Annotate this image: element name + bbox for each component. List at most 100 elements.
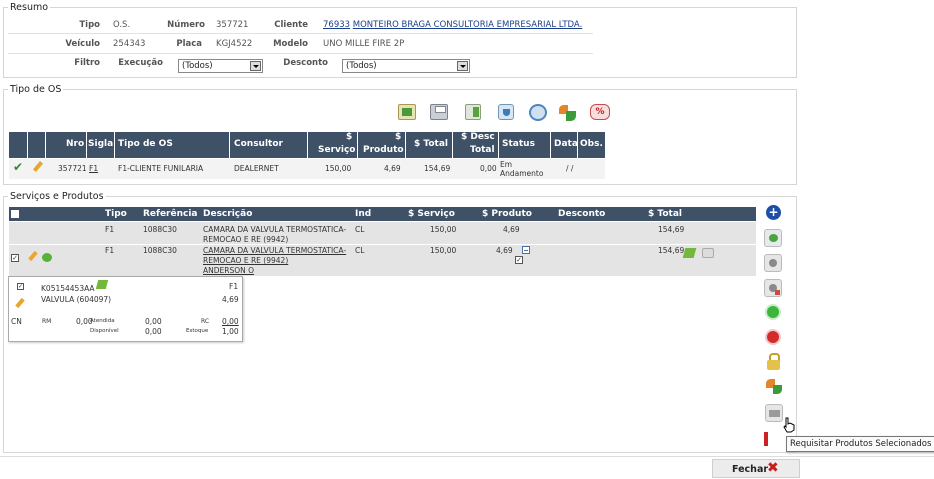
request-products-cart-icon[interactable] bbox=[765, 404, 783, 422]
col-obs[interactable]: Obs. bbox=[580, 139, 603, 149]
detail-estoque-label: Estoque bbox=[186, 328, 209, 334]
desconto-select[interactable]: (Todos) bbox=[342, 59, 470, 73]
header-divider bbox=[357, 132, 358, 158]
col-produto-top: $ bbox=[395, 132, 402, 142]
col-consultor[interactable]: Consultor bbox=[234, 139, 283, 149]
row2-tipo: F1 bbox=[105, 246, 115, 255]
servico-row[interactable] bbox=[9, 222, 756, 244]
close-button-label: Fechar bbox=[732, 464, 769, 475]
row2-desc2-link[interactable]: REMOCAO E RE (9942) bbox=[203, 256, 288, 265]
col-status[interactable]: Status bbox=[502, 139, 535, 149]
close-button[interactable]: Fechar ✖ bbox=[712, 459, 800, 478]
settings-gear-icon[interactable] bbox=[764, 254, 782, 272]
edit-pencil-icon[interactable] bbox=[14, 297, 26, 310]
row-nro: 357721 bbox=[58, 164, 87, 173]
row-checkbox[interactable]: ✓ bbox=[11, 254, 19, 262]
chevron-down-icon bbox=[250, 61, 261, 71]
col-total-sp[interactable]: $ Total bbox=[648, 209, 682, 219]
row1-desc1: CAMARA DA VALVULA TERMOSTATICA- bbox=[203, 225, 347, 234]
col-nro[interactable]: Nro bbox=[66, 139, 84, 149]
cup-icon[interactable] bbox=[498, 104, 514, 120]
row-sigla-link[interactable]: F1 bbox=[89, 164, 98, 173]
detail-disponivel-value: 0,00 bbox=[145, 327, 162, 336]
numero-value: 357721 bbox=[216, 20, 249, 30]
servico-row[interactable] bbox=[9, 244, 756, 276]
tooltip-pointer bbox=[764, 432, 768, 446]
col-produto[interactable]: Produto bbox=[363, 145, 404, 155]
document-icon[interactable] bbox=[465, 104, 481, 120]
row1-referencia: 1088C30 bbox=[143, 225, 177, 234]
col-sigla[interactable]: Sigla bbox=[88, 139, 113, 149]
servicos-legend: Serviços e Produtos bbox=[8, 191, 106, 202]
edit-pencil-icon[interactable] bbox=[27, 250, 39, 263]
request-products-tooltip: Requisitar Produtos Selecionados bbox=[786, 436, 934, 452]
go-arrow-icon[interactable] bbox=[42, 253, 52, 262]
modelo-value: UNO MILLE FIRE 2P bbox=[323, 39, 405, 49]
close-icon: ✖ bbox=[767, 460, 779, 476]
detail-rc-link[interactable]: 0,00 bbox=[222, 317, 239, 326]
check-icon[interactable]: ✔ bbox=[13, 161, 25, 173]
col-servico-sp[interactable]: $ Serviço bbox=[408, 209, 455, 219]
col-ind[interactable]: Ind bbox=[355, 209, 371, 219]
play-icon[interactable] bbox=[765, 304, 781, 320]
header-divider bbox=[114, 132, 115, 158]
cliente-code[interactable]: 76933 bbox=[323, 20, 350, 30]
recycle-icon[interactable] bbox=[558, 104, 577, 122]
product-checkbox[interactable]: ✓ bbox=[515, 256, 523, 264]
col-referencia[interactable]: Referência bbox=[143, 209, 198, 219]
col-tipo-os[interactable]: Tipo de OS bbox=[118, 139, 173, 149]
report-icon[interactable] bbox=[398, 104, 416, 120]
tipo-value: O.S. bbox=[113, 20, 131, 30]
discount-icon[interactable]: % bbox=[590, 104, 610, 120]
tipo-label: Tipo bbox=[79, 20, 100, 30]
detail-rc-label: RC bbox=[201, 318, 210, 325]
veiculo-label: Veículo bbox=[65, 39, 100, 49]
filtro-label: Filtro bbox=[74, 58, 100, 68]
approve-icon[interactable] bbox=[764, 229, 782, 247]
col-data[interactable]: Data bbox=[554, 139, 578, 149]
row1-desc2: REMOCAO E RE (9942) bbox=[203, 235, 289, 244]
add-icon[interactable]: + bbox=[766, 205, 781, 220]
detail-checkbox[interactable]: ✓ bbox=[17, 283, 24, 290]
detail-atendida-value: 0,00 bbox=[145, 317, 162, 326]
footer-divider bbox=[0, 456, 934, 457]
collapse-icon[interactable] bbox=[522, 246, 530, 254]
col-tipo[interactable]: Tipo bbox=[105, 209, 127, 219]
recycle-icon[interactable] bbox=[765, 378, 783, 396]
cliente-label: Cliente bbox=[274, 20, 308, 30]
placa-label: Placa bbox=[176, 39, 202, 49]
col-desc[interactable]: Total bbox=[470, 145, 495, 155]
col-desconto-sp[interactable]: Desconto bbox=[558, 209, 605, 219]
refresh-icon[interactable] bbox=[529, 104, 547, 121]
detail-estoque-value: 1,00 bbox=[222, 327, 239, 336]
resumo-row-divider bbox=[8, 33, 593, 34]
col-desc-top: $ Desc bbox=[461, 132, 495, 142]
stop-icon[interactable] bbox=[765, 329, 781, 345]
row-desc: 0,00 bbox=[480, 164, 497, 173]
resumo-row-divider-2 bbox=[8, 53, 593, 54]
edit-pencil-icon[interactable] bbox=[31, 161, 44, 174]
row-status-top: Em bbox=[500, 160, 513, 169]
cliente-link[interactable]: 76933 MONTEIRO BRAGA CONSULTORIA EMPRESA… bbox=[323, 20, 582, 30]
select-all-checkbox[interactable] bbox=[11, 210, 19, 218]
row2-desc1-link[interactable]: CAMARA DA VALVULA TERMOSTATICA- bbox=[203, 246, 346, 255]
col-produto-sp[interactable]: $ Produto bbox=[482, 209, 532, 219]
detail-code: K05154453AA bbox=[41, 284, 95, 293]
gear-x-icon[interactable] bbox=[764, 279, 782, 297]
execucao-label: Execução bbox=[118, 58, 163, 68]
print-icon[interactable] bbox=[430, 104, 448, 120]
chevron-down-icon bbox=[457, 61, 468, 71]
col-total[interactable]: $ Total bbox=[414, 139, 448, 149]
header-divider bbox=[498, 132, 499, 158]
col-descricao[interactable]: Descrição bbox=[203, 209, 252, 219]
row1-servico: 150,00 bbox=[430, 225, 457, 234]
execucao-select[interactable]: (Todos) bbox=[178, 59, 263, 73]
lock-icon[interactable] bbox=[766, 353, 781, 370]
cart-icon[interactable] bbox=[702, 248, 714, 258]
header-divider bbox=[45, 132, 46, 158]
row2-ind: CL bbox=[355, 246, 365, 255]
col-servico[interactable]: Serviço bbox=[318, 145, 356, 155]
row1-tipo: F1 bbox=[105, 225, 115, 234]
row2-desc3-link[interactable]: ANDERSON O bbox=[203, 266, 254, 275]
cliente-name[interactable]: MONTEIRO BRAGA CONSULTORIA EMPRESARIAL L… bbox=[353, 20, 583, 30]
